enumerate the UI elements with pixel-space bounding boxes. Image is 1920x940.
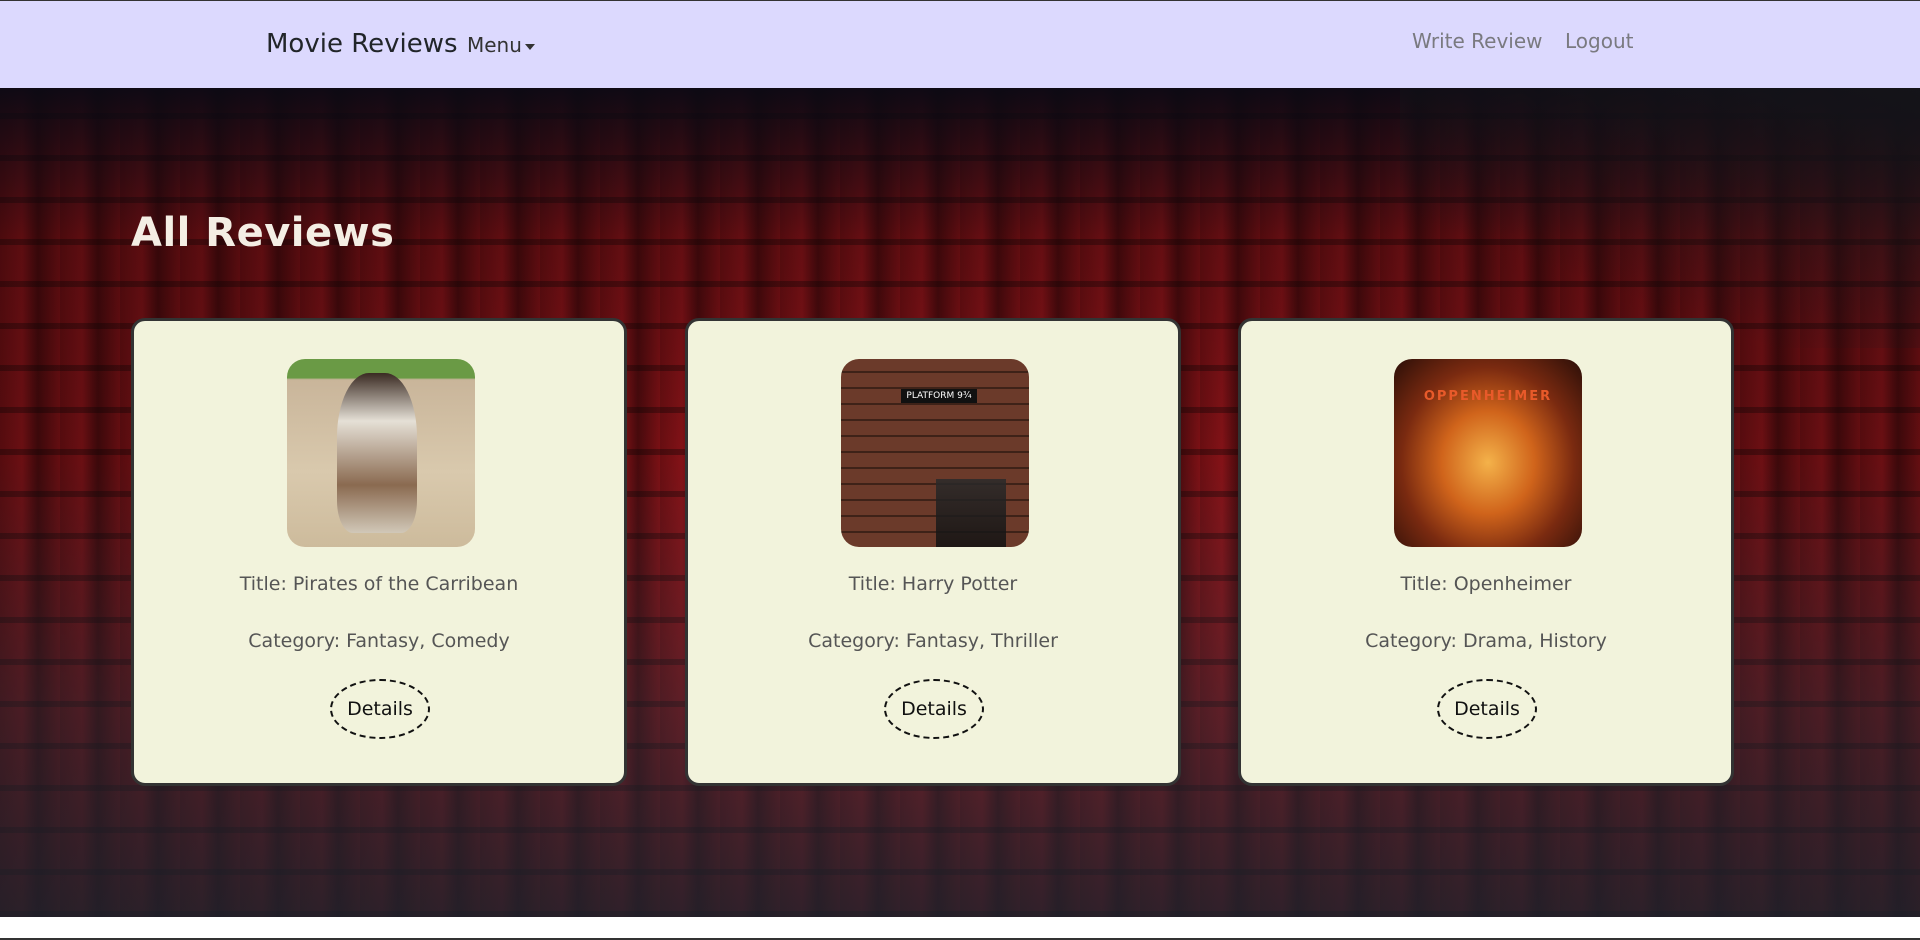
details-button[interactable]: Details	[1437, 679, 1537, 739]
review-title: Title: Harry Potter	[848, 573, 1018, 595]
pirate-figure	[337, 373, 417, 533]
review-title: Title: Openheimer	[1400, 573, 1572, 595]
luggage-trolley	[936, 479, 1006, 547]
page-title: All Reviews	[131, 210, 395, 256]
top-navbar: Movie Reviews Menu Write Review Logout	[0, 0, 1920, 88]
movie-poster-image: PLATFORM 9¾	[841, 359, 1029, 547]
poster-title-text: OPPENHEIMER	[1423, 389, 1553, 404]
review-category: Category: Drama, History	[1365, 630, 1607, 652]
write-review-link[interactable]: Write Review	[1412, 29, 1543, 53]
review-card: OPPENHEIMER Title: Openheimer Category: …	[1238, 318, 1734, 786]
review-card: PLATFORM 9¾ Title: Harry Potter Category…	[685, 318, 1181, 786]
review-title: Title: Pirates of the Carribean	[239, 573, 519, 595]
page-footer-strip	[0, 917, 1920, 940]
platform-sign: PLATFORM 9¾	[901, 389, 977, 403]
details-button[interactable]: Details	[884, 679, 984, 739]
menu-label: Menu	[467, 33, 522, 57]
caret-down-icon	[524, 43, 535, 50]
brand-link[interactable]: Movie Reviews	[266, 29, 458, 59]
movie-poster-image: OPPENHEIMER	[1394, 359, 1582, 547]
movie-poster-image	[287, 359, 475, 547]
review-category: Category: Fantasy, Thriller	[808, 630, 1058, 652]
menu-dropdown-toggle[interactable]: Menu	[467, 33, 535, 57]
review-card: Title: Pirates of the Carribean Category…	[131, 318, 627, 786]
review-category: Category: Fantasy, Comedy	[248, 630, 510, 652]
logout-link[interactable]: Logout	[1565, 29, 1633, 53]
details-button[interactable]: Details	[330, 679, 430, 739]
